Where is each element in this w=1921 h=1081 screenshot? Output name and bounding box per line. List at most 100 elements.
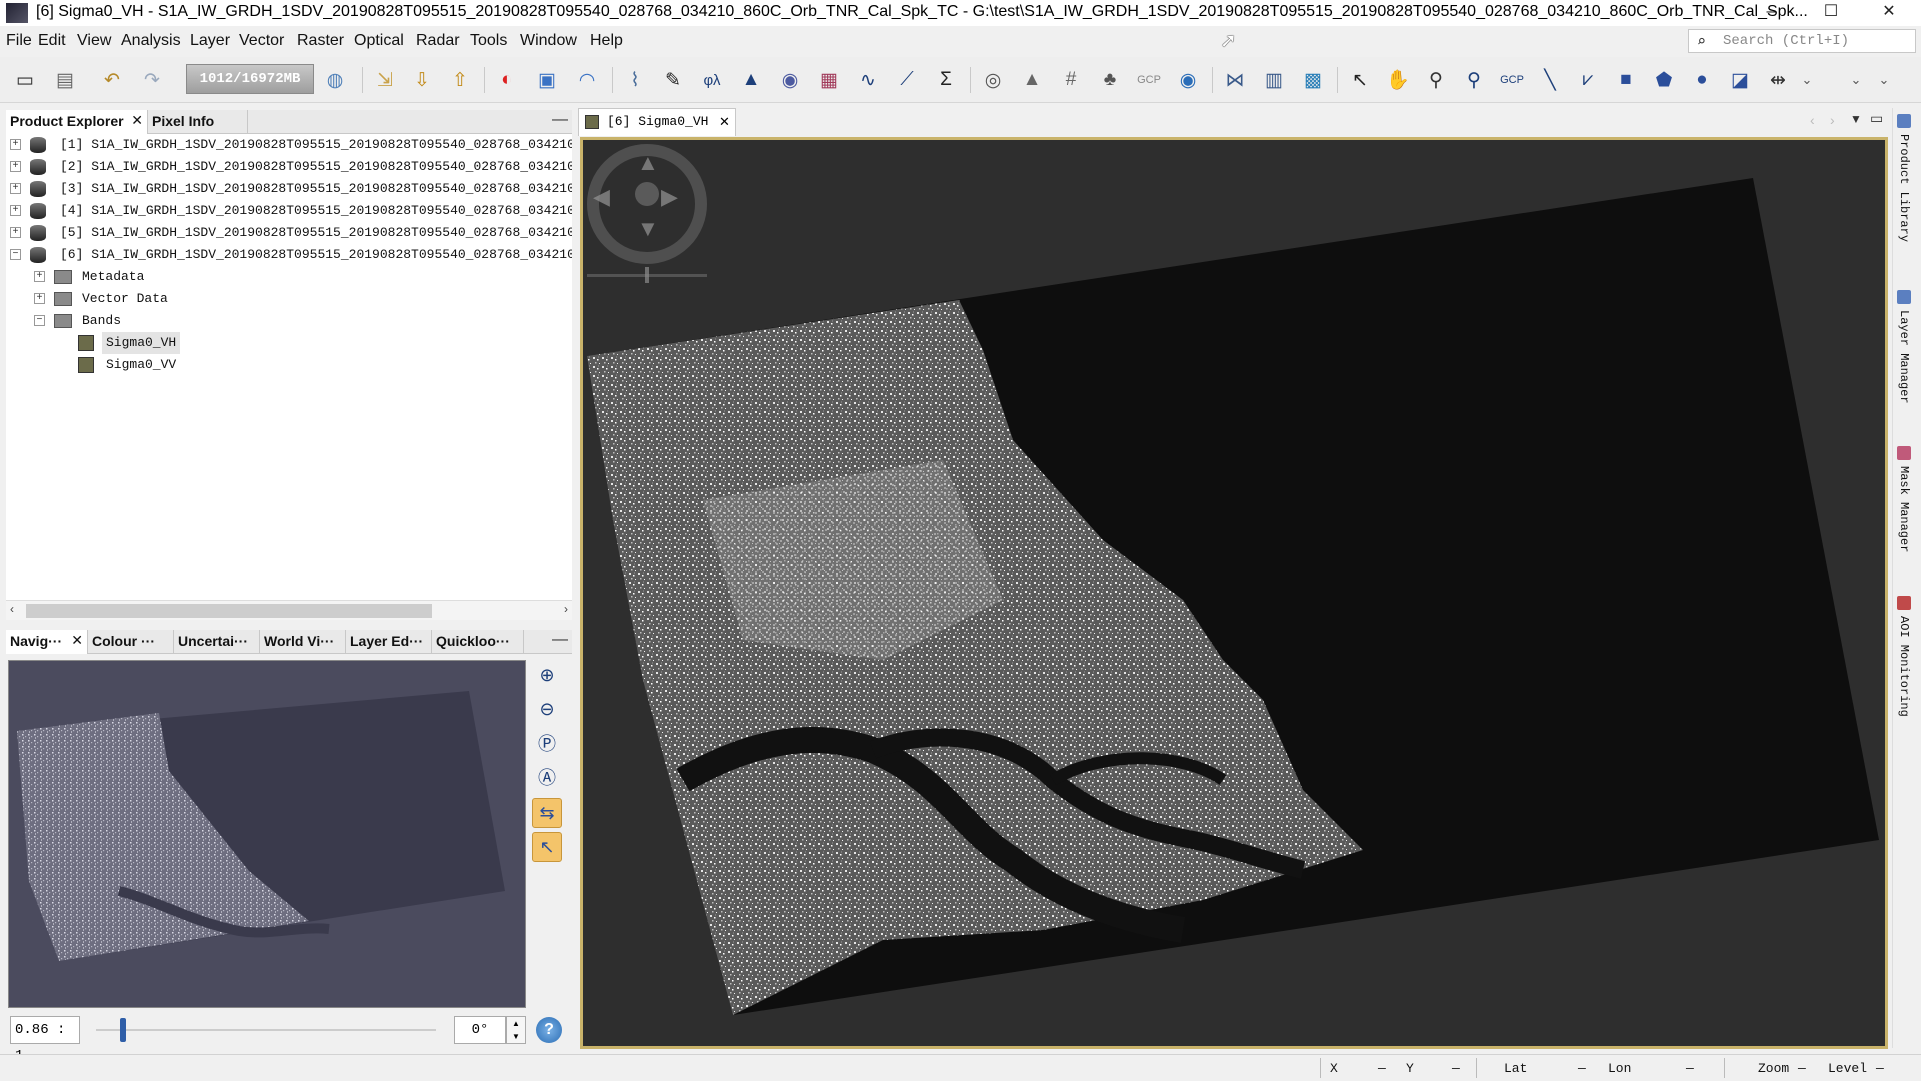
pan-down-icon[interactable]: ▼ [637,216,659,242]
export2-icon[interactable]: ⇧ [445,65,475,95]
zoom-out-icon[interactable]: ⊖ [532,694,562,724]
menu-layer[interactable]: Layer [190,32,230,50]
menu-analysis[interactable]: Analysis [121,32,181,50]
histogram-icon[interactable]: ▲ [736,65,766,95]
rectangle-icon[interactable]: ■ [1611,65,1641,95]
zoom-in-icon[interactable]: ⊕ [532,660,562,690]
sidetab-layer-manager[interactable]: Layer Manager [1897,290,1911,404]
menu-optical[interactable]: Optical [354,32,404,50]
batch-icon[interactable]: ▥ [1259,65,1289,95]
band-maths-icon[interactable]: ✎ [658,65,688,95]
menu-file[interactable]: File [6,32,32,50]
rotation-spinner[interactable]: ▲ ▼ [506,1016,526,1044]
select-icon[interactable]: ↖ [1345,65,1375,95]
export-shape-icon[interactable]: ◪ [1725,65,1755,95]
polyline-icon[interactable]: ⩗ [1573,65,1603,95]
tree-icon[interactable]: ♣ [1095,65,1125,95]
minimize-button[interactable]: – [1748,0,1794,26]
spectral-icon[interactable]: φλ [697,65,727,95]
expand-icon[interactable]: + [10,139,21,150]
menu-raster[interactable]: Raster [297,32,344,50]
menu-view[interactable]: View [77,32,111,50]
map-icon[interactable]: ▦ [814,65,844,95]
sidetab-mask-manager[interactable]: Mask Manager [1897,446,1911,552]
plot-icon[interactable]: ⟋ [892,65,922,95]
pan-up-icon[interactable]: ▲ [637,150,659,176]
pan-icon[interactable]: ✋ [1383,65,1413,95]
scroll-left-icon[interactable]: ‹ [1810,112,1815,128]
gcp-add-icon[interactable]: GCP [1497,65,1527,95]
close-button[interactable]: ✕ [1866,0,1912,26]
statistics-icon[interactable]: Σ [931,65,961,95]
maximize-button[interactable]: ☐ [1808,0,1854,26]
navigation-preview[interactable] [8,660,526,1008]
profile-icon[interactable]: ∿ [853,65,883,95]
scroll-right-icon[interactable]: › [564,602,568,616]
expand-icon[interactable]: + [34,293,45,304]
zoom-pixel-icon[interactable]: Ⓟ [532,728,562,758]
expand-icon[interactable]: + [10,161,21,172]
save-product-icon[interactable]: ▤ [50,65,80,95]
menu-radar[interactable]: Radar [416,32,460,50]
rotation-field[interactable]: 0° [454,1016,506,1044]
dropdown-icon[interactable]: ▼ [1850,112,1862,126]
image-view[interactable]: ▲ ▼ ◀ ▶ [580,137,1888,1049]
tab-layer-editor[interactable]: Layer Ed··· [346,630,432,654]
tab-sigma0-vh[interactable]: [6] Sigma0_VH ✕ [578,108,736,136]
import-icon[interactable]: ⇲ [370,65,400,95]
open-product-icon[interactable]: ▭ [10,65,40,95]
fire-icon[interactable]: ▲ [1017,65,1047,95]
polygon-icon[interactable]: ⬟ [1649,65,1679,95]
expand-icon[interactable]: + [10,205,21,216]
menu-help[interactable]: Help [590,32,623,50]
ellipse-icon[interactable]: ● [1687,65,1717,95]
zoom-slider-overlay[interactable] [587,267,707,283]
redo-icon[interactable]: ↷ [137,65,167,95]
sphere-icon[interactable]: ◎ [978,65,1008,95]
monitor-icon[interactable]: ▩ [1298,65,1328,95]
zoom-icon[interactable]: ⚲ [1421,65,1451,95]
globe-icon[interactable]: ◉ [775,65,805,95]
wave-icon[interactable]: ◠ [572,65,602,95]
overflow2-icon[interactable]: ⌄ [1874,65,1894,95]
memory-indicator[interactable]: 1012/16972MB [186,64,314,94]
tab-navigation[interactable]: Navig··· ✕ [6,630,88,654]
scatter-icon[interactable]: ⌇ [620,65,650,95]
line-icon[interactable]: ╲ [1535,65,1565,95]
sync-cursor-icon[interactable]: ↖ [532,832,562,862]
more-icon[interactable]: ⌄ [1797,65,1817,95]
zoom-pixel-icon[interactable]: ⚲ [1459,65,1489,95]
scroll-left-icon[interactable]: ‹ [10,602,14,616]
sync-views-icon[interactable]: ⇆ [532,798,562,828]
close-icon[interactable]: ✕ [131,112,143,129]
tab-pixel-info[interactable]: Pixel Info [148,110,248,134]
eye-icon[interactable]: ◉ [1173,65,1203,95]
maximize-view-icon[interactable]: ▭ [1870,110,1883,127]
tab-colour[interactable]: Colour ··· [88,630,174,654]
tab-uncertainty[interactable]: Uncertai··· [174,630,260,654]
expand-icon[interactable]: + [10,227,21,238]
zoom-slider-thumb[interactable] [120,1018,127,1042]
close-icon[interactable]: ✕ [71,632,83,649]
zoom-all-icon[interactable]: Ⓐ [532,762,562,792]
web-icon[interactable]: ◍ [320,65,350,95]
graph-icon[interactable]: ⋈ [1220,65,1250,95]
menu-vector[interactable]: Vector [239,32,284,50]
range-icon[interactable]: ⇹ [1763,65,1793,95]
zoom-overlay-thumb[interactable] [645,267,649,283]
expand-icon[interactable]: + [10,183,21,194]
expand-icon[interactable]: + [34,271,45,282]
scrollbar-thumb[interactable] [26,604,432,618]
tab-product-explorer[interactable]: Product Explorer ✕ [6,110,148,134]
collapse-icon[interactable]: − [34,315,45,326]
sidetab-product-library[interactable]: Product Library [1897,114,1911,242]
export-icon[interactable]: ⇩ [407,65,437,95]
menu-window[interactable]: Window [520,32,577,50]
pan-right-icon[interactable]: ▶ [661,184,678,210]
rgb-icon[interactable]: ◐ [492,65,522,95]
tab-world-view[interactable]: World Vi··· [260,630,346,654]
minimize-panel-button[interactable]: — [550,110,570,132]
zoom-ratio-field[interactable]: 0.86 : 1 [10,1016,80,1064]
gcp-icon[interactable]: GCP [1134,65,1164,95]
tree-band-sigma0-vh[interactable]: Sigma0_VH [6,332,186,354]
